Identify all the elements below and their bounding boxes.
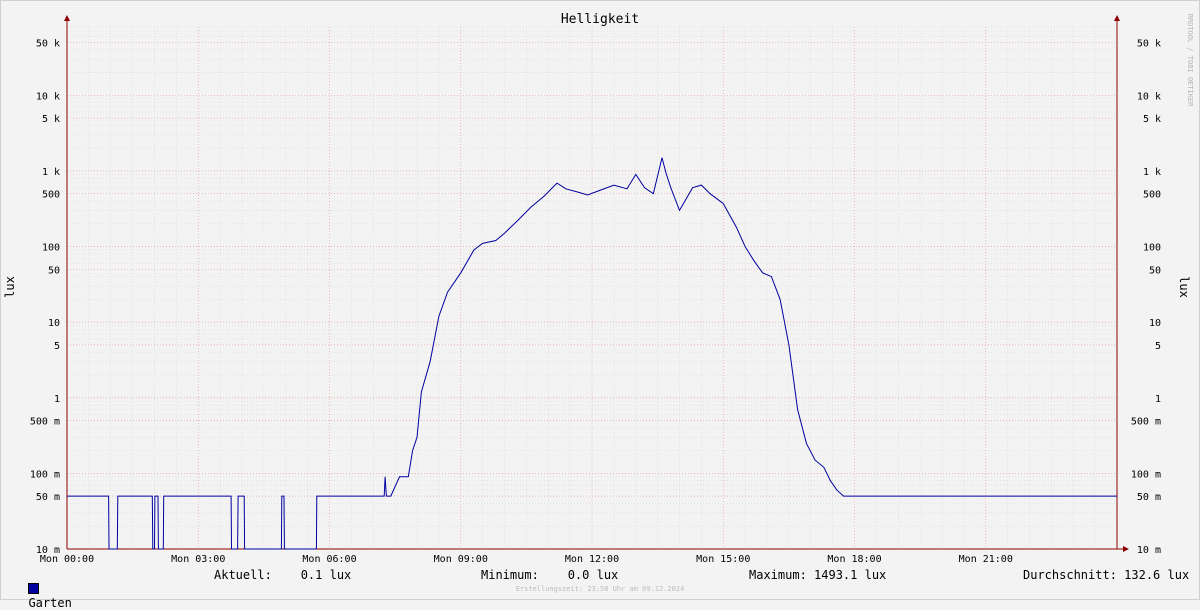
creation-time: Erstellungszeit: 23:58 Uhr am 09.12.2024 [515,585,685,593]
y-tick-label-right: 100 m [1131,469,1161,480]
y-tick-label-left: 1 [54,394,60,405]
y-tick-label-right: 100 [1143,243,1161,254]
y-tick-label-right: 10 k [1137,91,1161,102]
y-tick-label-left: 500 [42,190,60,201]
y-tick-label-right: 5 [1155,341,1161,352]
y-tick-label-left: 100 m [30,469,60,480]
y-tick-label-right: 5 k [1143,114,1161,125]
y-tick-label-right: 50 [1149,265,1161,276]
y-tick-label-left: 10 k [36,91,60,102]
y-tick-label-left: 500 m [30,417,60,428]
y-tick-label-right: 10 [1149,318,1161,329]
y-tick-label-right: 500 [1143,190,1161,201]
tick-labels: Mon 00:00 Mon 03:00 Mon 06:00 Mon 09:00 Mon … [30,38,1161,565]
x-tick-label: Mon 18:00 [827,554,881,565]
x-tick-label: Mon 15:00 [696,554,750,565]
legend-minimum: Minimum: 0.0 lux [481,568,619,582]
y-axis-arrow-left [64,15,70,21]
y-tick-label-left: 10 m [36,545,60,556]
chart-canvas: Helligkeit lux lux RRDTOOL / TOBI OETIKE… [3,12,1194,565]
legend-current: Aktuell: 0.1 lux [214,568,352,582]
y-tick-label-right: 1 [1155,394,1161,405]
x-tick-label: Mon 21:00 [959,554,1013,565]
y-tick-label-right: 50 k [1137,38,1161,49]
y-tick-label-left: 100 [42,243,60,254]
watermark: RRDTOOL / TOBI OETIKER [1186,14,1194,108]
y-tick-label-left: 50 m [36,492,60,503]
y-tick-label-right: 1 k [1143,167,1161,178]
legend-series-name: Garten [28,596,72,610]
y-tick-label-right: 500 m [1131,417,1161,428]
y-tick-label-right: 10 m [1137,545,1161,556]
y-tick-label-left: 5 [54,341,60,352]
chart-title: Helligkeit [561,12,639,27]
y-axis-arrow-right [1114,15,1120,21]
x-axis-arrow [1123,546,1129,552]
y-tick-label-left: 1 k [42,167,60,178]
x-tick-label: Mon 09:00 [434,554,488,565]
y-tick-label-left: 10 [48,318,60,329]
y-tick-label-left: 50 [48,265,60,276]
x-tick-label: Mon 12:00 [565,554,619,565]
x-tick-label: Mon 03:00 [171,554,225,565]
x-tick-label: Mon 06:00 [302,554,356,565]
y-tick-label-right: 50 m [1137,492,1161,503]
y-tick-label-left: 5 k [42,114,60,125]
grid [67,26,1117,549]
y-axis-label-left: lux [3,276,17,298]
y-tick-label-left: 50 k [36,38,60,49]
y-axis-label-right: lux [1177,276,1191,298]
legend-maximum: Maximum: 1493.1 lux [749,568,887,582]
legend-average: Durchschnitt: 132.6 lux [1023,568,1190,582]
